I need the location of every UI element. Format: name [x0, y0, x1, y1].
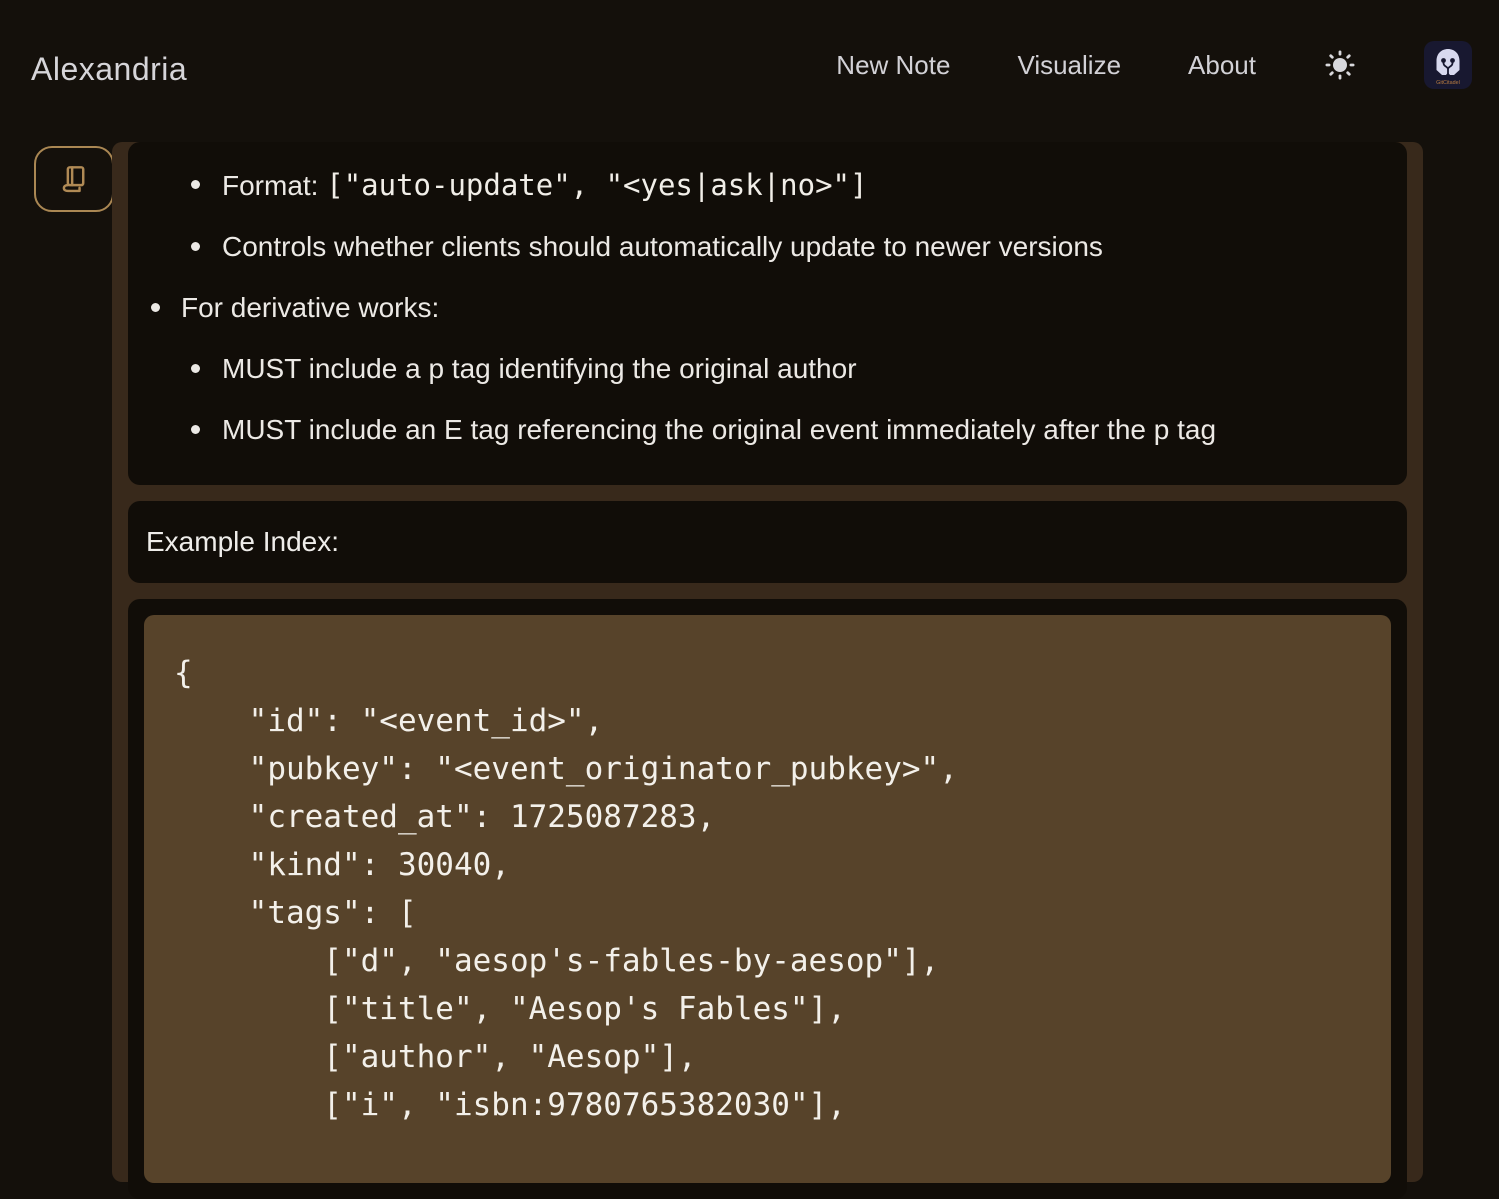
example-index-label: Example Index: [146, 526, 1389, 558]
list-item-controls: Controls whether clients should automati… [128, 232, 1377, 262]
sidebar-toggle-button[interactable] [34, 146, 114, 212]
example-index-section: Example Index: [128, 501, 1407, 583]
code-card: { "id": "<event_id>", "pubkey": "<event_… [128, 599, 1407, 1199]
logo-caption-text: GitCitadel [1436, 80, 1460, 86]
list-item-must-e-tag: MUST include an E tag referencing the or… [128, 415, 1377, 445]
nav-item-visualize[interactable]: Visualize [1017, 50, 1121, 81]
header: Alexandria New Note Visualize About [0, 0, 1499, 100]
doc-bullet-section: Format: ["auto-update", "<yes|ask|no>"] … [128, 142, 1407, 485]
gitcitadel-logo[interactable]: GitCitadel [1424, 41, 1472, 89]
book-icon [58, 163, 90, 195]
json-code-block: { "id": "<event_id>", "pubkey": "<event_… [144, 615, 1391, 1183]
nav-item-about[interactable]: About [1188, 50, 1256, 81]
document-scroll-area: Format: ["auto-update", "<yes|ask|no>"] … [112, 142, 1423, 1182]
main-nav: New Note Visualize About [836, 41, 1472, 89]
nav-item-new-note[interactable]: New Note [836, 50, 950, 81]
app-title: Alexandria [31, 51, 187, 88]
list-item-format: Format: ["auto-update", "<yes|ask|no>"] [128, 170, 1377, 201]
sun-icon [1324, 49, 1356, 81]
list-item-must-p-tag: MUST include a p tag identifying the ori… [128, 354, 1377, 384]
list-item-derivative-works: For derivative works: [128, 293, 1377, 323]
list-item-text: Format: [222, 170, 326, 201]
inline-code: ["auto-update", "<yes|ask|no>"] [326, 168, 867, 202]
theme-toggle-button[interactable] [1323, 48, 1357, 82]
